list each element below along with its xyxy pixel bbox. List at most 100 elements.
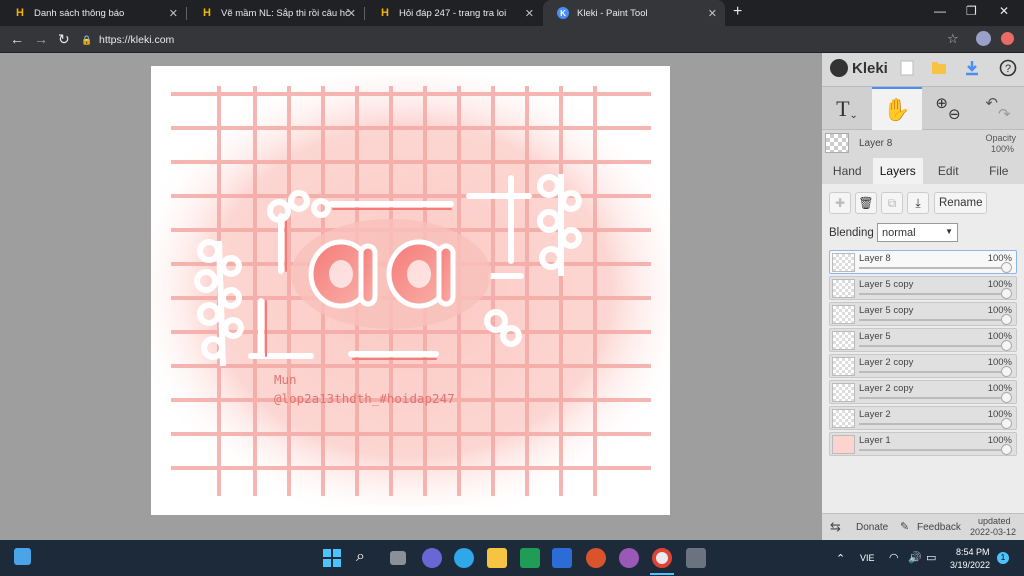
restore-icon[interactable]: ❐ bbox=[966, 4, 977, 18]
opacity-slider-knob[interactable] bbox=[1001, 392, 1012, 403]
tab-file[interactable]: File bbox=[974, 158, 1024, 184]
start-icon[interactable] bbox=[322, 548, 342, 568]
file-explorer-icon[interactable] bbox=[487, 548, 507, 568]
duplicate-layer-button[interactable]: ⧉ bbox=[881, 192, 903, 214]
word-icon[interactable] bbox=[552, 548, 572, 568]
extension-icon[interactable] bbox=[1001, 32, 1014, 45]
merge-layer-button[interactable]: ⤓ bbox=[907, 192, 929, 214]
calculator-icon[interactable] bbox=[686, 548, 706, 568]
new-tab-icon[interactable]: + bbox=[733, 3, 742, 21]
swap-icon[interactable]: ⇆ bbox=[830, 519, 841, 535]
tab-layers[interactable]: Layers bbox=[872, 158, 923, 184]
close-icon[interactable]: ✕ bbox=[347, 7, 356, 20]
blending-select[interactable]: normal ▼ bbox=[877, 223, 958, 242]
signature-name: Mun bbox=[274, 372, 297, 387]
tab-notifications[interactable]: H Danh sách thông báo ✕ bbox=[0, 0, 186, 26]
layer-row[interactable]: Layer 5 copy 100% bbox=[829, 276, 1017, 300]
opacity-slider[interactable] bbox=[859, 423, 1006, 425]
opacity-slider[interactable] bbox=[859, 267, 1006, 269]
chrome-icon[interactable] bbox=[652, 548, 672, 568]
minimize-icon[interactable]: — bbox=[934, 4, 946, 18]
edge-icon[interactable] bbox=[454, 548, 474, 568]
hand-tool-button[interactable]: ✋ bbox=[872, 87, 922, 130]
widgets-icon[interactable] bbox=[14, 548, 31, 565]
tab-hand[interactable]: Hand bbox=[822, 158, 873, 184]
canvas-workspace[interactable]: Mun @lop2a13thdth_#hoidap247 bbox=[0, 53, 822, 540]
volume-icon[interactable]: 🔊 bbox=[908, 551, 922, 564]
close-icon[interactable]: ✕ bbox=[708, 7, 717, 20]
input-language[interactable]: VIE bbox=[860, 553, 875, 563]
opacity-slider[interactable] bbox=[859, 293, 1006, 295]
profile-avatar[interactable] bbox=[976, 31, 991, 46]
zoom-out-icon[interactable]: ⊖ bbox=[948, 105, 961, 123]
excel-icon[interactable] bbox=[520, 548, 540, 568]
chevron-up-icon[interactable]: ⌃ bbox=[836, 552, 845, 565]
window-close-icon[interactable]: ✕ bbox=[999, 4, 1009, 18]
current-layer-preview: Layer 8 Opacity 100% bbox=[822, 131, 1024, 159]
clock-time[interactable]: 8:54 PM bbox=[956, 547, 990, 557]
bookmark-star-icon[interactable]: ☆ bbox=[947, 31, 959, 47]
close-icon[interactable]: ✕ bbox=[525, 7, 534, 20]
teams-icon[interactable] bbox=[619, 548, 639, 568]
layer-thumbnail bbox=[832, 331, 855, 350]
new-image-icon[interactable] bbox=[898, 59, 916, 77]
back-arrow-icon[interactable]: ← bbox=[10, 31, 24, 47]
opacity-slider-knob[interactable] bbox=[1001, 418, 1012, 429]
add-layer-button[interactable]: ✚ bbox=[829, 192, 851, 214]
layer-name: Layer 1 bbox=[859, 435, 891, 446]
task-view-icon[interactable] bbox=[390, 551, 406, 565]
layer-row[interactable]: Layer 2 100% bbox=[829, 406, 1017, 430]
battery-icon[interactable]: ▭ bbox=[926, 551, 936, 564]
layer-row[interactable]: Layer 2 copy 100% bbox=[829, 354, 1017, 378]
download-icon[interactable] bbox=[963, 59, 981, 77]
layer-row[interactable]: Layer 5 copy 100% bbox=[829, 302, 1017, 326]
opacity-slider[interactable] bbox=[859, 345, 1006, 347]
undo-redo-buttons[interactable]: ↶ ↷ bbox=[974, 87, 1022, 130]
opacity-slider-knob[interactable] bbox=[1001, 262, 1012, 273]
tab-question[interactable]: H Vẽ mầm NL: Sắp thi rồi câu hỏi 4 ✕ bbox=[187, 0, 364, 26]
notification-badge[interactable]: 1 bbox=[997, 552, 1009, 564]
close-icon[interactable]: ✕ bbox=[169, 7, 178, 20]
undo-icon[interactable]: ↶ bbox=[985, 94, 998, 112]
zoom-buttons[interactable]: ⊕ ⊖ bbox=[924, 87, 972, 130]
feedback-icon: ✎ bbox=[900, 521, 910, 533]
donate-link[interactable]: Donate bbox=[856, 522, 888, 533]
forward-arrow-icon[interactable]: → bbox=[34, 31, 48, 47]
powerpoint-icon[interactable] bbox=[586, 548, 606, 568]
drawing-canvas[interactable]: Mun @lop2a13thdth_#hoidap247 bbox=[151, 66, 670, 515]
import-folder-icon[interactable] bbox=[930, 59, 948, 77]
blending-label: Blending bbox=[829, 227, 874, 239]
clock-date[interactable]: 3/19/2022 bbox=[950, 560, 990, 570]
text-tool-label: T bbox=[836, 95, 850, 121]
address-bar[interactable]: 🔒 https://kleki.com bbox=[81, 30, 971, 50]
delete-layer-button[interactable]: 🗑 bbox=[855, 192, 877, 214]
reload-icon[interactable]: ↻ bbox=[58, 31, 70, 48]
opacity-slider[interactable] bbox=[859, 449, 1006, 451]
help-icon[interactable]: ? bbox=[999, 59, 1017, 77]
opacity-slider-knob[interactable] bbox=[1001, 444, 1012, 455]
opacity-slider-knob[interactable] bbox=[1001, 340, 1012, 351]
text-tool-button[interactable]: T ⌄ bbox=[822, 87, 872, 130]
tab-kleki[interactable]: K Kleki - Paint Tool ✕ bbox=[543, 0, 725, 26]
layer-thumbnail bbox=[832, 383, 855, 402]
tab-title: Danh sách thông báo bbox=[34, 7, 125, 19]
layer-row[interactable]: Layer 8 100% bbox=[829, 250, 1017, 274]
opacity-slider-knob[interactable] bbox=[1001, 366, 1012, 377]
wifi-icon[interactable]: ◠ bbox=[889, 551, 899, 564]
layer-row[interactable]: Layer 5 100% bbox=[829, 328, 1017, 352]
opacity-slider[interactable] bbox=[859, 397, 1006, 399]
teams-chat-icon[interactable] bbox=[422, 548, 442, 568]
opacity-slider[interactable] bbox=[859, 371, 1006, 373]
zoom-in-icon[interactable]: ⊕ bbox=[935, 94, 948, 112]
opacity-slider-knob[interactable] bbox=[1001, 288, 1012, 299]
opacity-slider[interactable] bbox=[859, 319, 1006, 321]
search-icon[interactable]: ⌕ bbox=[356, 548, 376, 568]
tab-edit[interactable]: Edit bbox=[923, 158, 974, 184]
redo-icon[interactable]: ↷ bbox=[998, 105, 1011, 123]
layer-row[interactable]: Layer 2 copy 100% bbox=[829, 380, 1017, 404]
tab-hoidap[interactable]: H Hỏi đáp 247 - trang tra loi ✕ bbox=[365, 0, 542, 26]
rename-button[interactable]: Rename bbox=[934, 192, 988, 214]
layer-row[interactable]: Layer 1 100% bbox=[829, 432, 1017, 456]
feedback-link[interactable]: Feedback bbox=[917, 522, 961, 533]
opacity-slider-knob[interactable] bbox=[1001, 314, 1012, 325]
